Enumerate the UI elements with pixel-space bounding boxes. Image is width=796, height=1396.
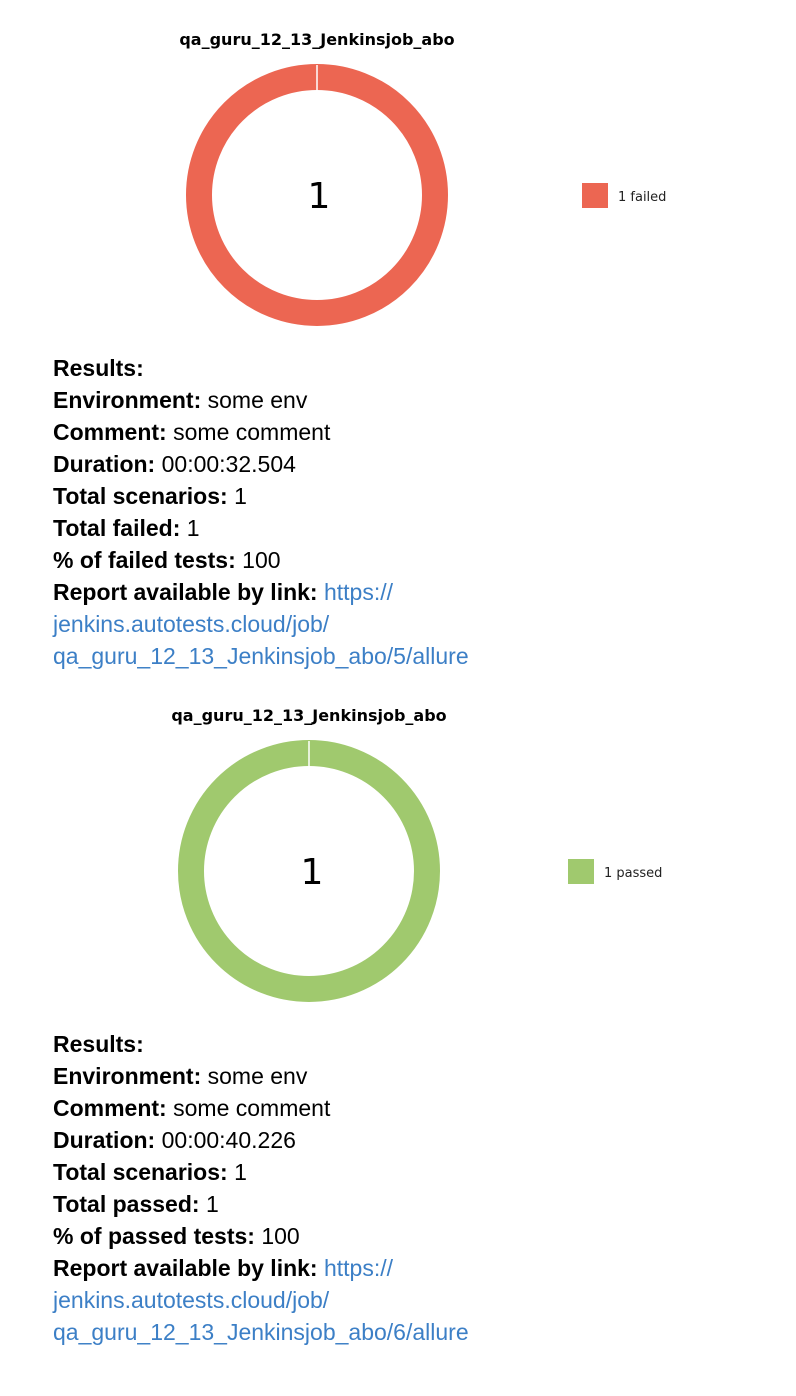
duration-value: 00:00:40.226 — [161, 1127, 296, 1153]
total-scenarios-label: Total scenarios: — [53, 1159, 228, 1185]
legend-swatch — [582, 183, 608, 208]
report-link-part: qa_guru_12_13_Jenkinsjob_abo/5/allure — [53, 643, 469, 669]
results-block: Results: Environment: some env Comment: … — [53, 1028, 773, 1348]
donut-center-value: 1 — [301, 852, 324, 893]
total-passed-label: Total passed: — [53, 1191, 200, 1217]
report-link-part: https:// — [323, 1255, 394, 1281]
report-link-part: jenkins.autotests.cloud/job/ — [53, 611, 330, 637]
legend-swatch — [568, 859, 594, 884]
total-scenarios-value: 1 — [234, 483, 247, 509]
environment-label: Environment: — [53, 387, 202, 413]
duration-label: Duration: — [53, 1127, 156, 1153]
report-link-part: qa_guru_12_13_Jenkinsjob_abo/6/allure — [53, 1319, 469, 1345]
comment-label: Comment: — [53, 1095, 167, 1121]
legend-label: 1 failed — [618, 190, 666, 205]
results-heading: Results: — [53, 355, 144, 381]
report-card-1: qa_guru_12_13_Jenkinsjob_abo 1 1 failed … — [0, 0, 796, 676]
total-passed-value: 1 — [205, 1191, 219, 1217]
total-failed-label: Total failed: — [53, 515, 181, 541]
donut-chart-2: qa_guru_12_13_Jenkinsjob_abo 1 1 passed — [171, 706, 662, 1002]
chart-title: qa_guru_12_13_Jenkinsjob_abo — [179, 30, 454, 49]
results-block: Results: Environment: some env Comment: … — [53, 352, 773, 672]
percent-passed-value: 100 — [261, 1223, 300, 1249]
report-link-label: Report available by link: — [53, 1255, 318, 1281]
duration-value: 00:00:32.504 — [161, 451, 296, 477]
report-link-part: jenkins.autotests.cloud/job/ — [53, 1287, 330, 1313]
total-failed-value: 1 — [186, 515, 200, 541]
results-heading: Results: — [53, 1031, 144, 1057]
total-scenarios-label: Total scenarios: — [53, 483, 228, 509]
environment-value: some env — [207, 387, 308, 413]
donut-center-value: 1 — [308, 176, 331, 217]
chart-title: qa_guru_12_13_Jenkinsjob_abo — [171, 706, 446, 725]
comment-value: some comment — [173, 1095, 331, 1121]
donut-chart-1: qa_guru_12_13_Jenkinsjob_abo 1 1 failed — [179, 30, 666, 326]
environment-value: some env — [207, 1063, 308, 1089]
legend-label: 1 passed — [604, 866, 662, 881]
percent-passed-label: % of passed tests: — [53, 1223, 255, 1249]
report-card-2: qa_guru_12_13_Jenkinsjob_abo 1 1 passed … — [0, 676, 796, 1352]
comment-label: Comment: — [53, 419, 167, 445]
report-link-label: Report available by link: — [53, 579, 318, 605]
total-scenarios-value: 1 — [234, 1159, 247, 1185]
duration-label: Duration: — [53, 451, 156, 477]
report-link-part: https:// — [323, 579, 394, 605]
percent-failed-label: % of failed tests: — [53, 547, 236, 573]
percent-failed-value: 100 — [242, 547, 281, 573]
comment-value: some comment — [173, 419, 331, 445]
environment-label: Environment: — [53, 1063, 202, 1089]
